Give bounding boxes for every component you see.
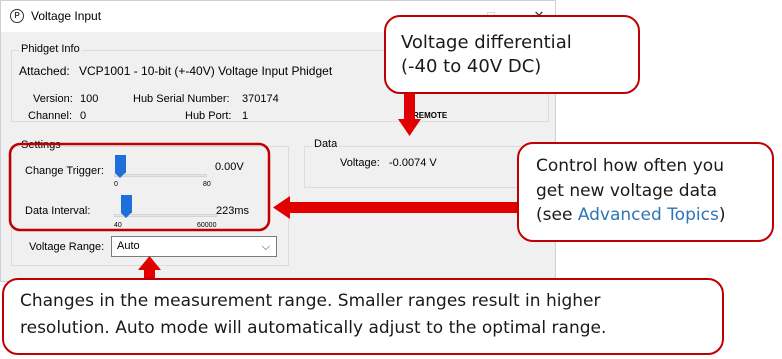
interval-callout-line1: Control how often you: [536, 156, 724, 176]
voltage-range-callout: Changes in the measurement range. Smalle…: [2, 278, 724, 355]
voltage-differential-callout: Voltage differential (-40 to 40V DC): [384, 15, 640, 94]
advanced-topics-link[interactable]: Advanced Topics: [578, 205, 719, 225]
voltage-arrow-shaft: [404, 94, 415, 120]
interval-arrow-head: [273, 196, 290, 219]
data-interval-callout: Control how often you get new voltage da…: [517, 142, 774, 242]
voltage-callout-line2: (-40 to 40V DC): [401, 56, 542, 77]
interval-callout-line3: (see Advanced Topics): [536, 205, 725, 225]
settings-highlight-box: [8, 142, 271, 232]
interval-arrow-shaft: [284, 202, 520, 213]
interval-callout-line2: get new voltage data: [536, 181, 718, 201]
interval-callout-line3-pre: (see: [536, 205, 578, 225]
range-callout-line2: resolution. Auto mode will automatically…: [20, 318, 607, 338]
range-arrow-head: [138, 256, 161, 270]
range-callout-line1: Changes in the measurement range. Smalle…: [20, 291, 601, 311]
interval-callout-line3-post: ): [718, 205, 726, 225]
voltage-arrow-head: [398, 119, 421, 136]
voltage-callout-line1: Voltage differential: [401, 32, 572, 53]
